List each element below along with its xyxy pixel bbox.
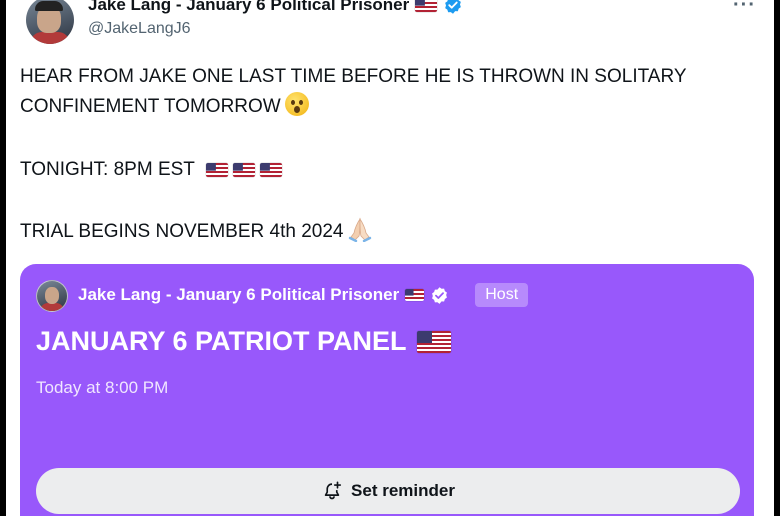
set-reminder-button[interactable]: Set reminder	[36, 468, 740, 514]
set-reminder-label: Set reminder	[351, 481, 455, 500]
verified-badge-icon[interactable]	[443, 0, 463, 15]
space-title-row: JANUARY 6 PATRIOT PANEL	[36, 326, 451, 357]
space-card[interactable]: Jake Lang - January 6 Political Prisoner…	[20, 264, 754, 516]
space-title: JANUARY 6 PATRIOT PANEL	[36, 326, 407, 356]
space-host-name: Jake Lang - January 6 Political Prisoner	[78, 285, 400, 304]
us-flag-icon	[233, 162, 256, 177]
author-avatar[interactable]	[26, 0, 74, 44]
us-flag-icon	[260, 162, 283, 177]
us-flag-icon	[416, 330, 451, 353]
tweet-line-1: HEAR FROM JAKE ONE LAST TIME BEFORE HE I…	[20, 66, 687, 87]
tweet-line-3: TONIGHT: 8PM EST	[20, 159, 195, 180]
folded-hands-icon	[349, 217, 372, 242]
us-flag-icon	[205, 162, 228, 177]
tweet-line-4-row: TRIAL BEGINS NOVEMBER 4th 2024	[20, 216, 760, 247]
bell-plus-icon	[324, 481, 342, 500]
tweet: Jake Lang - January 6 Political Prisoner…	[6, 0, 774, 516]
author-display-name[interactable]: Jake Lang - January 6 Political Prisoner	[88, 0, 409, 15]
tweet-text: HEAR FROM JAKE ONE LAST TIME BEFORE HE I…	[20, 62, 760, 122]
us-flag-icon	[405, 289, 425, 301]
space-time: Today at 8:00 PM	[36, 378, 169, 397]
us-flag-icon	[415, 0, 438, 12]
host-avatar	[36, 280, 68, 312]
tweet-line-4: TRIAL BEGINS NOVEMBER 4th 2024	[20, 221, 344, 242]
tweet-line-2-row: CONFINEMENT TOMORROW	[20, 92, 760, 122]
tweet-line-3-row: TONIGHT: 8PM EST	[20, 155, 760, 185]
author-handle[interactable]: @JakeLangJ6	[88, 20, 191, 38]
tweet-line-2: CONFINEMENT TOMORROW	[20, 96, 281, 117]
host-badge: Host	[475, 283, 529, 307]
space-host-row: Jake Lang - January 6 Political Prisoner…	[78, 282, 529, 308]
verified-badge-icon	[430, 286, 449, 305]
astonished-face-icon	[284, 92, 309, 116]
more-options-icon[interactable]: ···	[733, 0, 756, 17]
author-name-row: Jake Lang - January 6 Political Prisoner	[88, 0, 463, 16]
